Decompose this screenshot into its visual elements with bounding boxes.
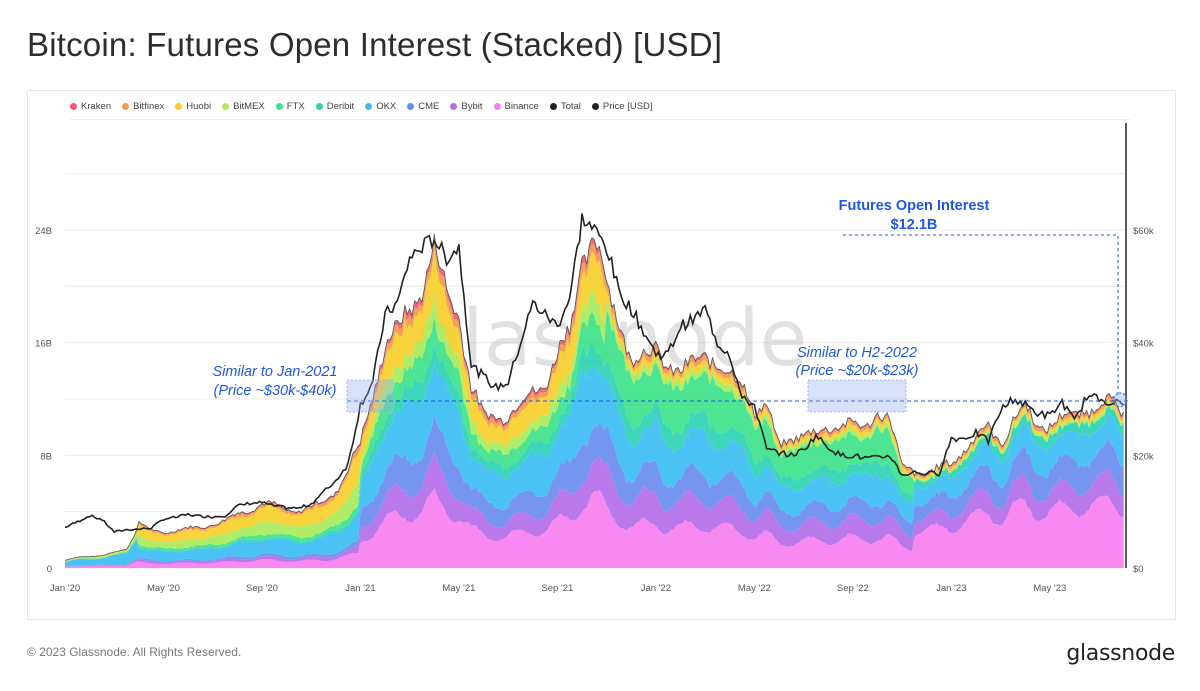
- highlight-h2-2022: [807, 379, 907, 413]
- callout-value: $12.1B: [891, 217, 938, 233]
- callout-title: Futures Open Interest: [839, 198, 990, 214]
- y-tick-label: 0: [47, 564, 52, 575]
- x-tick-label: Jan '21: [345, 583, 375, 594]
- annotation-h2-2022-line2: (Price ~$20k-$23k): [796, 363, 919, 379]
- y-tick-label: 24B: [35, 226, 52, 237]
- x-tick-label: Jan '22: [641, 583, 671, 594]
- y2-tick-label: $60k: [1133, 226, 1154, 237]
- x-tick-label: May '22: [738, 583, 771, 594]
- x-tick-label: Jan '23: [936, 583, 966, 594]
- y2-tick-label: $40k: [1133, 339, 1154, 350]
- annotation-jan-2021-line1: Similar to Jan-2021: [213, 364, 338, 380]
- y-tick-label: 16B: [35, 339, 52, 350]
- annotation-jan-2021-line2: (Price ~$30k-$40k): [214, 383, 337, 399]
- x-tick-label: Sep '22: [837, 583, 869, 594]
- copyright-text: © 2023 Glassnode. All Rights Reserved.: [27, 645, 242, 659]
- chart-svg: glassnode08B16B24B$0$20k$40k$60kJan '20M…: [35, 123, 1154, 594]
- current-value-marker: [1112, 392, 1128, 408]
- x-tick-label: Sep '21: [541, 583, 573, 594]
- x-tick-label: May '21: [442, 583, 475, 594]
- x-tick-label: May '20: [147, 583, 180, 594]
- brand-logo: glassnode: [1066, 641, 1175, 666]
- x-tick-label: Sep '20: [246, 583, 278, 594]
- x-tick-label: Jan '20: [50, 583, 80, 594]
- y-tick-label: 8B: [40, 451, 52, 462]
- annotation-h2-2022-line1: Similar to H2-2022: [797, 345, 917, 361]
- highlight-jan-2021: [346, 379, 394, 413]
- y2-tick-label: $0: [1133, 564, 1144, 575]
- x-tick-label: May '23: [1033, 583, 1066, 594]
- y2-tick-label: $20k: [1133, 451, 1154, 462]
